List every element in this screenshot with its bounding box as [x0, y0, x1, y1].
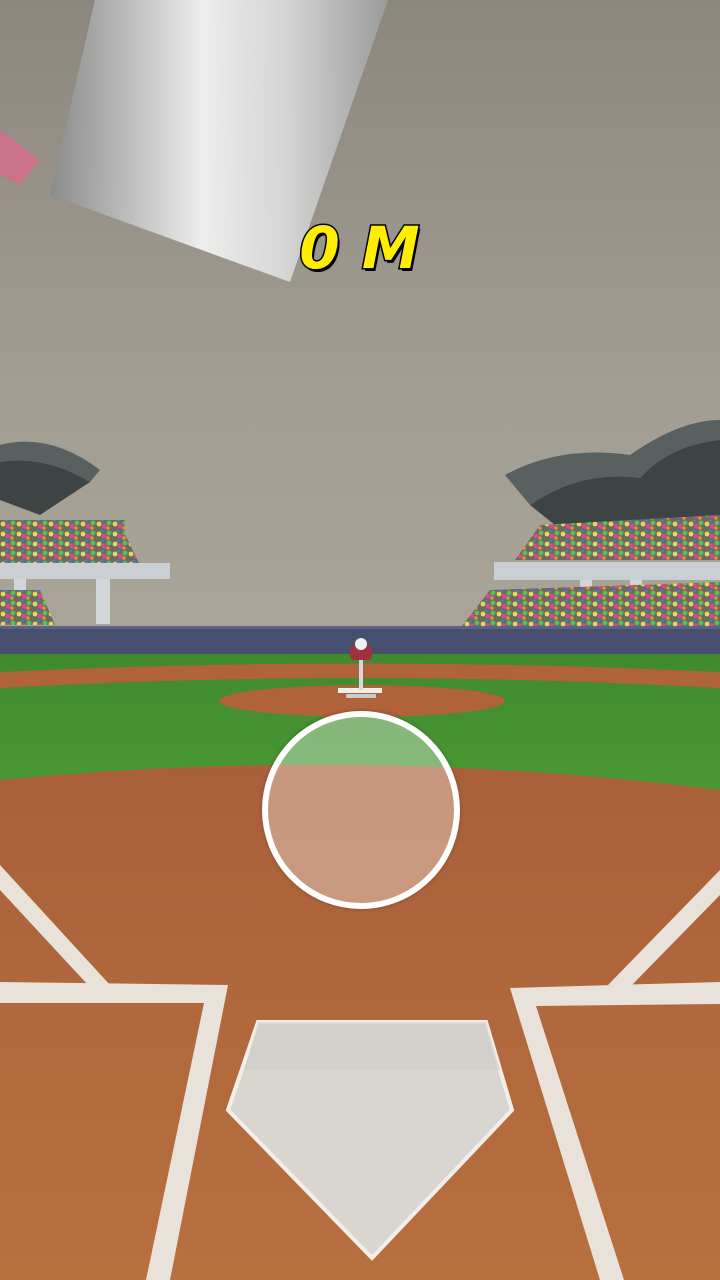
distance-counter: 0 M — [298, 213, 421, 284]
ballpark-scene — [0, 0, 720, 1280]
aim-ring-icon[interactable] — [262, 711, 460, 909]
